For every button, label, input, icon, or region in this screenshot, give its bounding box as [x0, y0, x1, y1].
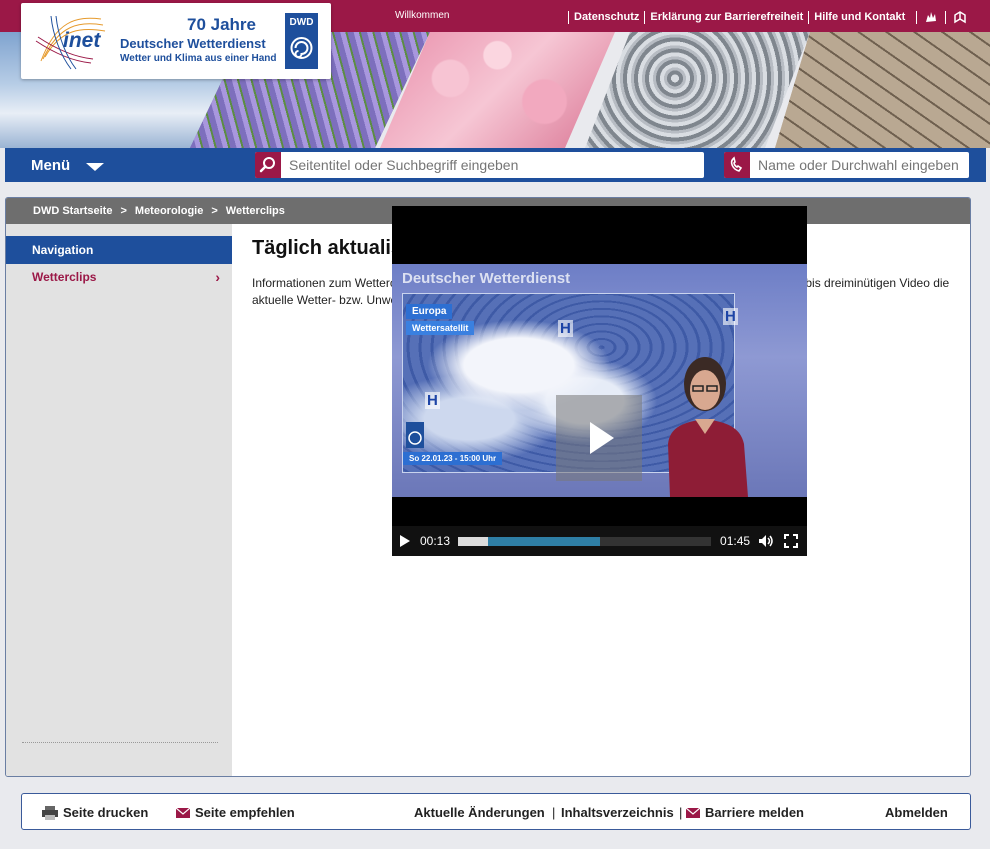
menu-button[interactable]: Menü: [31, 157, 105, 174]
video-frame-title: Deutscher Wetterdienst: [402, 270, 571, 287]
mail-icon: [686, 807, 700, 818]
play-icon[interactable]: [400, 535, 410, 547]
presenter-figure: [668, 357, 748, 497]
dwd-swirl-icon: [290, 37, 313, 59]
site-search-box: [255, 152, 704, 178]
table-of-contents-label: Inhaltsverzeichnis: [561, 805, 674, 820]
search-icon[interactable]: [255, 152, 281, 178]
top-links: Datenschutz Erklärung zur Barrierefreihe…: [568, 9, 968, 25]
recent-changes-label: Aktuelle Änderungen: [414, 805, 545, 820]
video-player[interactable]: Deutscher Wetterdienst Europa Wettersate…: [392, 206, 807, 556]
breadcrumb-meteorologie[interactable]: Meteorologie: [135, 205, 203, 217]
breadcrumb-current[interactable]: Wetterclips: [226, 205, 285, 217]
current-time: 00:13: [420, 534, 451, 548]
video-controls: 00:13 01:45: [392, 526, 807, 556]
sidebar-item-wetterclips[interactable]: Wetterclips ›: [6, 264, 232, 292]
sidebar: Navigation Wetterclips ›: [6, 224, 232, 776]
sidebar-heading: Navigation: [6, 236, 232, 264]
duration: 01:45: [720, 534, 751, 548]
footer-bar: Seite drucken Seite empfehlen Aktuelle Ä…: [21, 793, 971, 830]
divider: |: [552, 805, 556, 820]
report-barrier-label: Barriere melden: [705, 805, 804, 820]
dwd-badge: DWD: [285, 13, 318, 69]
privacy-link[interactable]: Datenschutz: [568, 10, 644, 24]
logo-tagline: Wetter und Klima aus einer Hand: [120, 53, 277, 64]
dwd-badge-label: DWD: [289, 17, 314, 28]
recent-changes-link[interactable]: Aktuelle Änderungen: [414, 805, 545, 820]
breadcrumb-separator: >: [211, 205, 218, 217]
report-barrier-button[interactable]: Barriere melden: [686, 805, 804, 820]
mail-icon: [176, 807, 190, 818]
high-pressure-icon: H: [723, 308, 738, 325]
volume-icon[interactable]: [758, 534, 774, 548]
dwd-logo[interactable]: inet 70 Jahre Deutscher Wetterdienst Wet…: [21, 3, 331, 79]
easy-language-icon[interactable]: [952, 9, 968, 25]
banner-dry-earth-image: [775, 32, 990, 148]
map-sublabel: Wettersatellit: [406, 321, 475, 335]
print-page-label: Seite drucken: [63, 805, 149, 820]
play-icon: [590, 422, 614, 454]
logo-org-name: Deutscher Wetterdienst: [120, 36, 266, 51]
divider: [916, 10, 918, 24]
print-page-button[interactable]: Seite drucken: [42, 805, 148, 820]
progress-bar[interactable]: [458, 536, 712, 546]
logo-anniversary: 70 Jahre: [187, 15, 256, 34]
divider: |: [679, 805, 683, 820]
header: Willkommen Datenschutz Erklärung zur Bar…: [0, 0, 990, 148]
played-bar: [458, 536, 489, 546]
breadcrumb-separator: >: [120, 205, 127, 217]
map-datetime: So 22.01.23 - 15:00 Uhr: [403, 452, 503, 465]
chevron-right-icon: ›: [215, 269, 220, 285]
table-of-contents-link[interactable]: Inhaltsverzeichnis: [561, 805, 674, 820]
logout-link[interactable]: Abmelden: [885, 805, 948, 820]
high-pressure-icon: H: [558, 320, 573, 337]
breadcrumb-home[interactable]: DWD Startseite: [33, 205, 112, 217]
logout-label: Abmelden: [885, 805, 948, 820]
accessibility-statement-link[interactable]: Erklärung zur Barrierefreiheit: [644, 10, 808, 24]
recommend-page-button[interactable]: Seite empfehlen: [176, 805, 295, 820]
inet-wordmark: inet: [63, 29, 101, 52]
phonebook-search-box: [724, 152, 969, 178]
play-overlay-button[interactable]: [556, 395, 642, 481]
phone-icon[interactable]: [724, 152, 750, 178]
welcome-text: Willkommen: [395, 10, 450, 21]
fullscreen-icon[interactable]: [784, 534, 799, 548]
high-pressure-icon: H: [425, 392, 440, 409]
recommend-page-label: Seite empfehlen: [195, 805, 295, 820]
dwd-logo-icon: [406, 422, 424, 448]
sign-language-icon[interactable]: [923, 9, 939, 25]
printer-icon: [42, 805, 58, 820]
menu-label: Menü: [31, 157, 71, 174]
video-frame: Deutscher Wetterdienst Europa Wettersate…: [392, 264, 807, 497]
divider: [945, 10, 947, 24]
sidebar-divider: [22, 742, 218, 743]
main-nav-bar: Menü: [5, 148, 986, 182]
help-contact-link[interactable]: Hilfe und Kontakt: [808, 10, 910, 24]
site-search-input[interactable]: [281, 153, 704, 177]
phonebook-search-input[interactable]: [750, 153, 969, 177]
chevron-down-icon: [86, 162, 105, 171]
sidebar-item-label: Wetterclips: [32, 270, 97, 284]
banner-water-image: [585, 32, 810, 148]
map-region-label: Europa: [406, 304, 453, 319]
